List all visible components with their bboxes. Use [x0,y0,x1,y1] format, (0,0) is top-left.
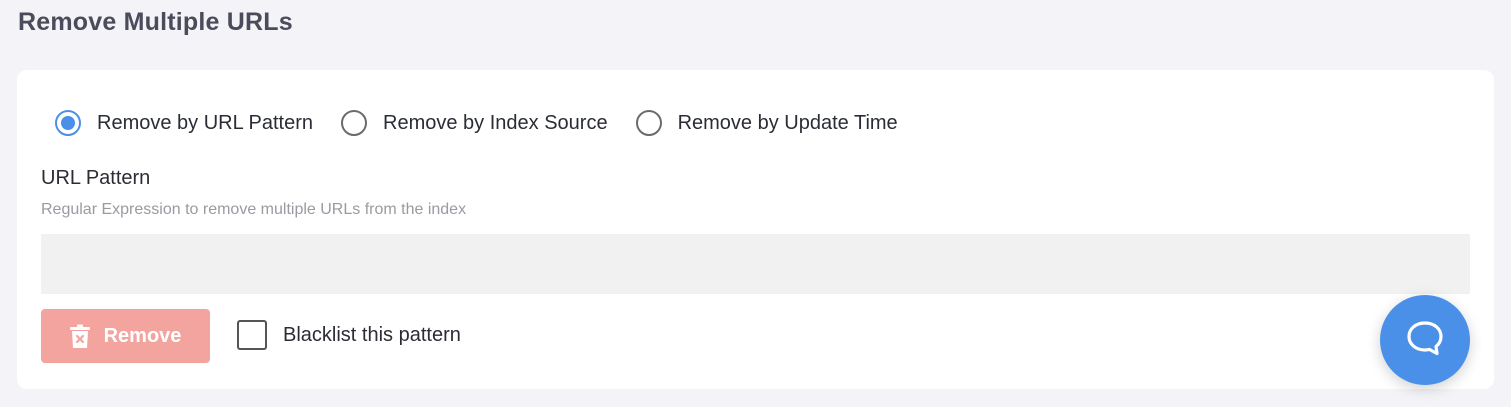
blacklist-pattern-option[interactable]: Blacklist this pattern [237,320,461,350]
radio-label: Remove by Update Time [677,111,898,134]
trash-icon [69,324,90,349]
radio-remove-by-update-time[interactable]: Remove by Update Time [635,110,898,136]
radio-label: Remove by Index Source [383,111,608,134]
radio-label: Remove by URL Pattern [97,111,314,134]
radio-selected-icon[interactable] [55,110,81,136]
radio-unselected-icon[interactable] [635,110,662,136]
url-pattern-input[interactable] [41,234,1470,294]
chat-launcher-button[interactable] [1380,295,1470,385]
url-pattern-help-text: Regular Expression to remove multiple UR… [41,201,467,218]
page-title: Remove Multiple URLs [18,8,293,36]
radio-unselected-icon[interactable] [341,110,368,136]
radio-remove-by-url-pattern[interactable]: Remove by URL Pattern [55,110,313,136]
remove-button-label: Remove [103,324,182,347]
remove-mode-radio-group: Remove by URL Pattern Remove by Index So… [55,110,926,136]
blacklist-checkbox[interactable] [237,320,267,350]
blacklist-checkbox-label: Blacklist this pattern [283,323,461,346]
radio-remove-by-index-source[interactable]: Remove by Index Source [341,110,608,136]
remove-button[interactable]: Remove [41,309,210,363]
chat-bubble-icon [1405,318,1445,363]
remove-urls-card: Remove by URL Pattern Remove by Index So… [17,70,1494,389]
url-pattern-label: URL Pattern [41,167,151,189]
